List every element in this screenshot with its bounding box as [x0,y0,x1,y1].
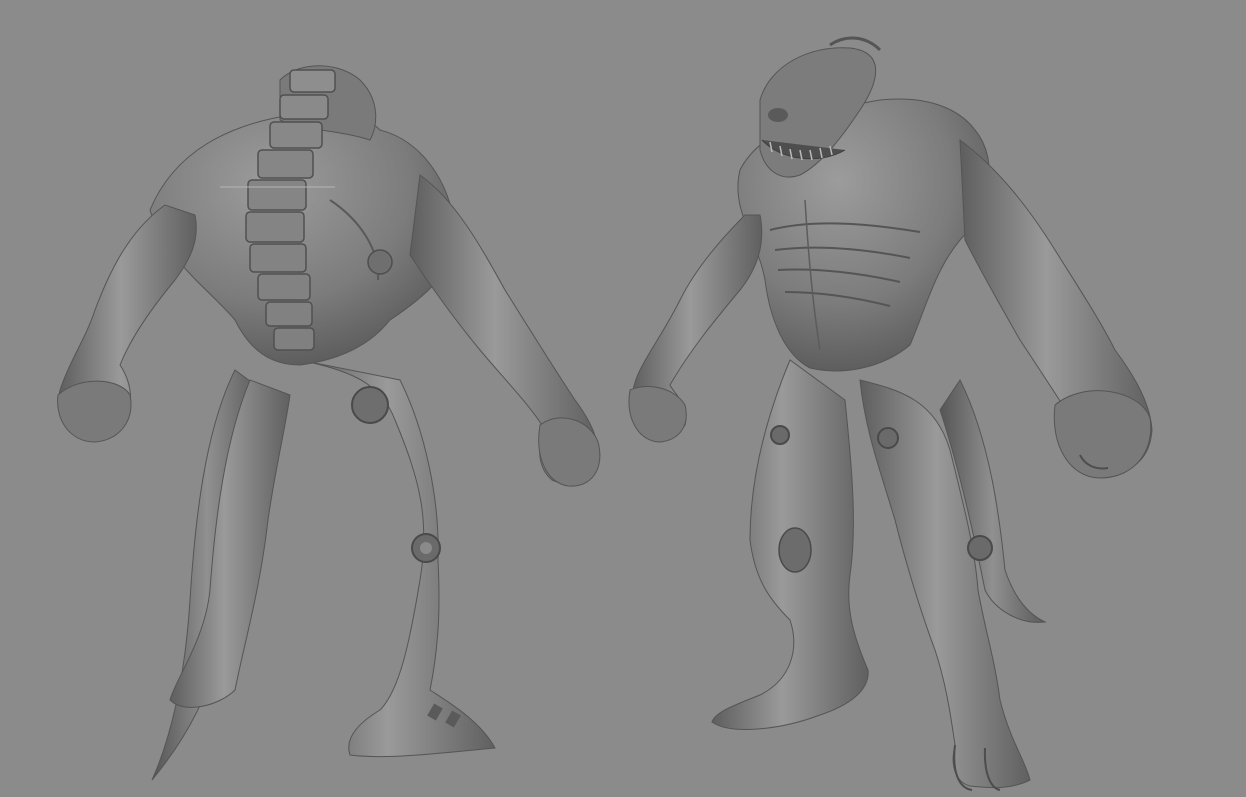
creature-model-back-view[interactable] [57,65,601,781]
creature-model-front-view[interactable] [628,36,1153,791]
viewport-scene [57,36,1153,791]
3d-viewport[interactable] [0,0,1246,797]
